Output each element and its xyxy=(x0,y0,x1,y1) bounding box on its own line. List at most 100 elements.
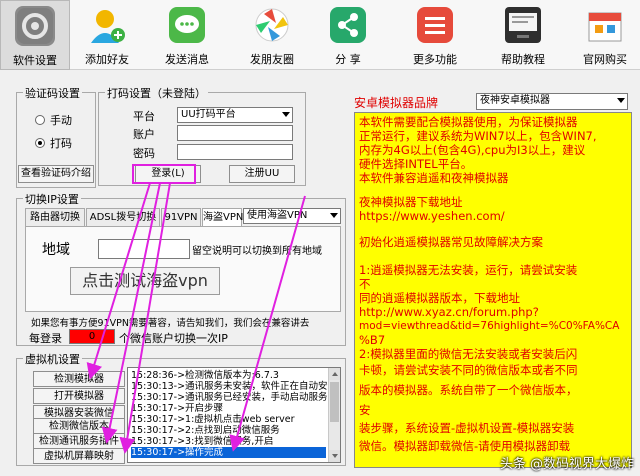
info-line: 卡顿，请尝试安装不同的微信版本或者不同 xyxy=(359,363,578,377)
verify-code-group: 验证码设置 手动 打码 查看验证码介绍 xyxy=(16,85,96,188)
scroll-thumb[interactable] xyxy=(330,382,339,422)
toolbar-help-tutorial[interactable]: 帮助教程 xyxy=(488,0,558,70)
tab-router-switch[interactable]: 路由器切换 xyxy=(25,208,85,226)
check-wechat-version-button[interactable]: 检测微信版本 xyxy=(33,418,125,434)
password-label: 密码 xyxy=(133,147,155,160)
info-line: 装步骤，系统设置-虚拟机设置-模拟器安装 xyxy=(359,421,575,435)
aperture-icon xyxy=(252,5,292,45)
shop-icon xyxy=(585,5,625,45)
scroll-up-icon[interactable] xyxy=(329,368,340,380)
toolbar-label: 官网购买 xyxy=(583,53,627,66)
help-tutorial-icon xyxy=(503,5,543,45)
log-line-selected: 15:30:17->操作完成 xyxy=(131,447,326,458)
account-input[interactable] xyxy=(177,125,293,141)
manual-radio[interactable] xyxy=(35,115,45,125)
toolbar-label: 发送消息 xyxy=(165,53,209,66)
info-line: 硬件选择INTEL平台。 xyxy=(359,157,473,171)
group-title: 切换IP设置 xyxy=(23,191,81,207)
toolbar-label: 更多功能 xyxy=(413,53,457,66)
every-login-count-input[interactable]: 0 xyxy=(69,329,115,344)
log-line: 15:30:17->1:虚拟机点击web server xyxy=(131,414,295,425)
register-uu-button[interactable]: 注册UU xyxy=(229,165,295,183)
toolbar-share[interactable]: 分 享 xyxy=(313,0,383,70)
dama-settings-group: 打码设置（未登陆） 平台 UU打码平台 账户 密码 登录(L) 注册UU xyxy=(98,85,306,186)
vpn-select[interactable]: 使用海盗VPN xyxy=(243,208,341,224)
dama-radio-label: 打码 xyxy=(50,137,72,150)
test-vpn-button[interactable]: 点击测试海盗vpn xyxy=(70,267,220,295)
open-emulator-button[interactable]: 打开模拟器 xyxy=(33,388,125,404)
settings-gear-icon xyxy=(15,6,55,46)
toolbar-add-friend[interactable]: 添加好友 xyxy=(72,0,142,70)
login-button[interactable]: 登录(L) xyxy=(135,165,201,183)
check-emulator-button[interactable]: 检测模拟器 xyxy=(33,371,125,387)
info-line: 微信。模拟器卸载微信-请使用模拟器卸载 xyxy=(359,439,571,453)
android-brand-title: 安卓模拟器品牌 xyxy=(354,96,439,110)
toolbar-label: 发朋友圈 xyxy=(250,53,294,66)
vm-screen-mapping-button[interactable]: 虚拟机屏幕映射 xyxy=(33,448,125,464)
vpn-notice: 如果您有事方便91VPN需要著容，请告知我们，我们会在兼容讲去 xyxy=(31,318,310,329)
platform-label: 平台 xyxy=(133,110,155,123)
info-link[interactable]: http://www.xyaz.cn/forum.php? xyxy=(359,305,539,319)
switch-ip-group: 切换IP设置 路由器切换 ADSL拨号切换 91VPN 海盗VPN 使用海盗VP… xyxy=(16,191,346,346)
vpn-select-value: 使用海盗VPN xyxy=(247,210,308,221)
main-toolbar: 软件设置 添加好友 发送消息 发朋友圈 分 享 更多功能 帮助教程 官网购买 xyxy=(0,0,640,70)
scroll-down-icon[interactable] xyxy=(329,450,340,462)
info-link[interactable]: https://www.yeshen.com/ xyxy=(359,209,505,223)
log-line: 15:30:17->开启步骤 xyxy=(131,403,224,414)
info-line: 正常运行，建议系统为WIN7以上，包含WIN7, xyxy=(359,129,597,143)
tab-adsl-dial[interactable]: ADSL拨号切换 xyxy=(86,208,160,226)
chevron-down-icon xyxy=(617,98,625,103)
dama-radio[interactable] xyxy=(35,138,45,148)
info-line: 初始化逍遥模拟器常见故障解决方案 xyxy=(359,235,543,249)
toolbar-official-purchase[interactable]: 官网购买 xyxy=(570,0,640,70)
view-verify-intro-button[interactable]: 查看验证码介绍 xyxy=(18,165,94,183)
region-input[interactable] xyxy=(98,239,190,259)
emulator-brand-select[interactable]: 夜神安卓模拟器 xyxy=(476,93,628,110)
info-line: 同的逍遥模拟器版本，下载地址 xyxy=(359,291,520,305)
vm-log-list[interactable]: 15:28:36->检测微信版本为:6.7.3 15:30:13->通讯服务未安… xyxy=(127,367,341,463)
log-line: 15:30:17->2:点找到启动微信服务 xyxy=(131,425,280,436)
region-hint: 留空说明可以切换到所有地域 xyxy=(192,246,322,257)
info-line: 不 xyxy=(359,277,371,291)
manual-radio-label: 手动 xyxy=(50,114,72,127)
toolbar-label: 分 享 xyxy=(335,53,361,66)
password-input[interactable] xyxy=(177,144,293,160)
group-title: 虚拟机设置 xyxy=(23,351,82,367)
group-title: 打码设置（未登陆） xyxy=(105,85,208,101)
check-comm-plugin-button[interactable]: 检测通讯服务插件 xyxy=(33,433,125,449)
account-label: 账户 xyxy=(133,128,155,141)
chevron-down-icon xyxy=(330,213,338,218)
chat-bubble-icon xyxy=(167,5,207,45)
more-functions-icon xyxy=(415,5,455,45)
info-line: 本软件需要配合模拟器使用，为保证模拟器 xyxy=(359,115,578,129)
info-line: 本软件兼容逍遥和夜神模拟器 xyxy=(359,171,509,185)
vpn-tab-panel: 地域 留空说明可以切换到所有地域 点击测试海盗vpn xyxy=(25,226,341,312)
info-line: 2:模拟器里面的微信无法安装或者安装后闪 xyxy=(359,347,578,361)
every-login-label: 每登录 xyxy=(29,332,62,345)
platform-select[interactable]: UU打码平台 xyxy=(177,107,293,123)
add-friend-icon xyxy=(87,5,127,45)
log-line: 15:30:13->通讯服务未安装，软件正在自动安装 xyxy=(131,381,338,392)
info-line: 版本的模拟器。系统自带了一个微信版本， xyxy=(359,383,578,397)
toolbar-label: 软件设置 xyxy=(13,54,57,67)
toolbar-post-moments[interactable]: 发朋友圈 xyxy=(237,0,307,70)
toolbar-label: 帮助教程 xyxy=(501,53,545,66)
platform-value: UU打码平台 xyxy=(181,109,236,120)
tab-91vpn[interactable]: 91VPN xyxy=(161,208,201,226)
log-scrollbar[interactable] xyxy=(328,368,340,462)
tab-haidao-vpn[interactable]: 海盗VPN xyxy=(202,208,243,227)
info-line: %B7 xyxy=(359,333,386,347)
info-line: 夜神模拟器下载地址 xyxy=(359,195,463,209)
vm-settings-group: 虚拟机设置 检测模拟器 打开模拟器 模拟器安装微信 检测微信版本 检测通讯服务插… xyxy=(16,351,346,466)
toolbar-label: 添加好友 xyxy=(85,53,129,66)
toolbar-more-functions[interactable]: 更多功能 xyxy=(400,0,470,70)
info-link[interactable]: mod=viewthread&tid=76highlight=%C0%FA%CA xyxy=(359,319,619,333)
every-login-suffix: 个微信账户切换一次IP xyxy=(119,332,228,345)
toolbar-send-message[interactable]: 发送消息 xyxy=(152,0,222,70)
toolbar-software-settings[interactable]: 软件设置 xyxy=(0,0,70,70)
chevron-down-icon xyxy=(282,112,290,117)
share-icon xyxy=(328,5,368,45)
emulator-brand-value: 夜神安卓模拟器 xyxy=(480,95,550,106)
info-line: 1:逍遥模拟器无法安装，运行，请尝试安装 xyxy=(359,263,578,277)
log-line: 15:30:17->3:找到微信服务,开启 xyxy=(131,436,274,447)
